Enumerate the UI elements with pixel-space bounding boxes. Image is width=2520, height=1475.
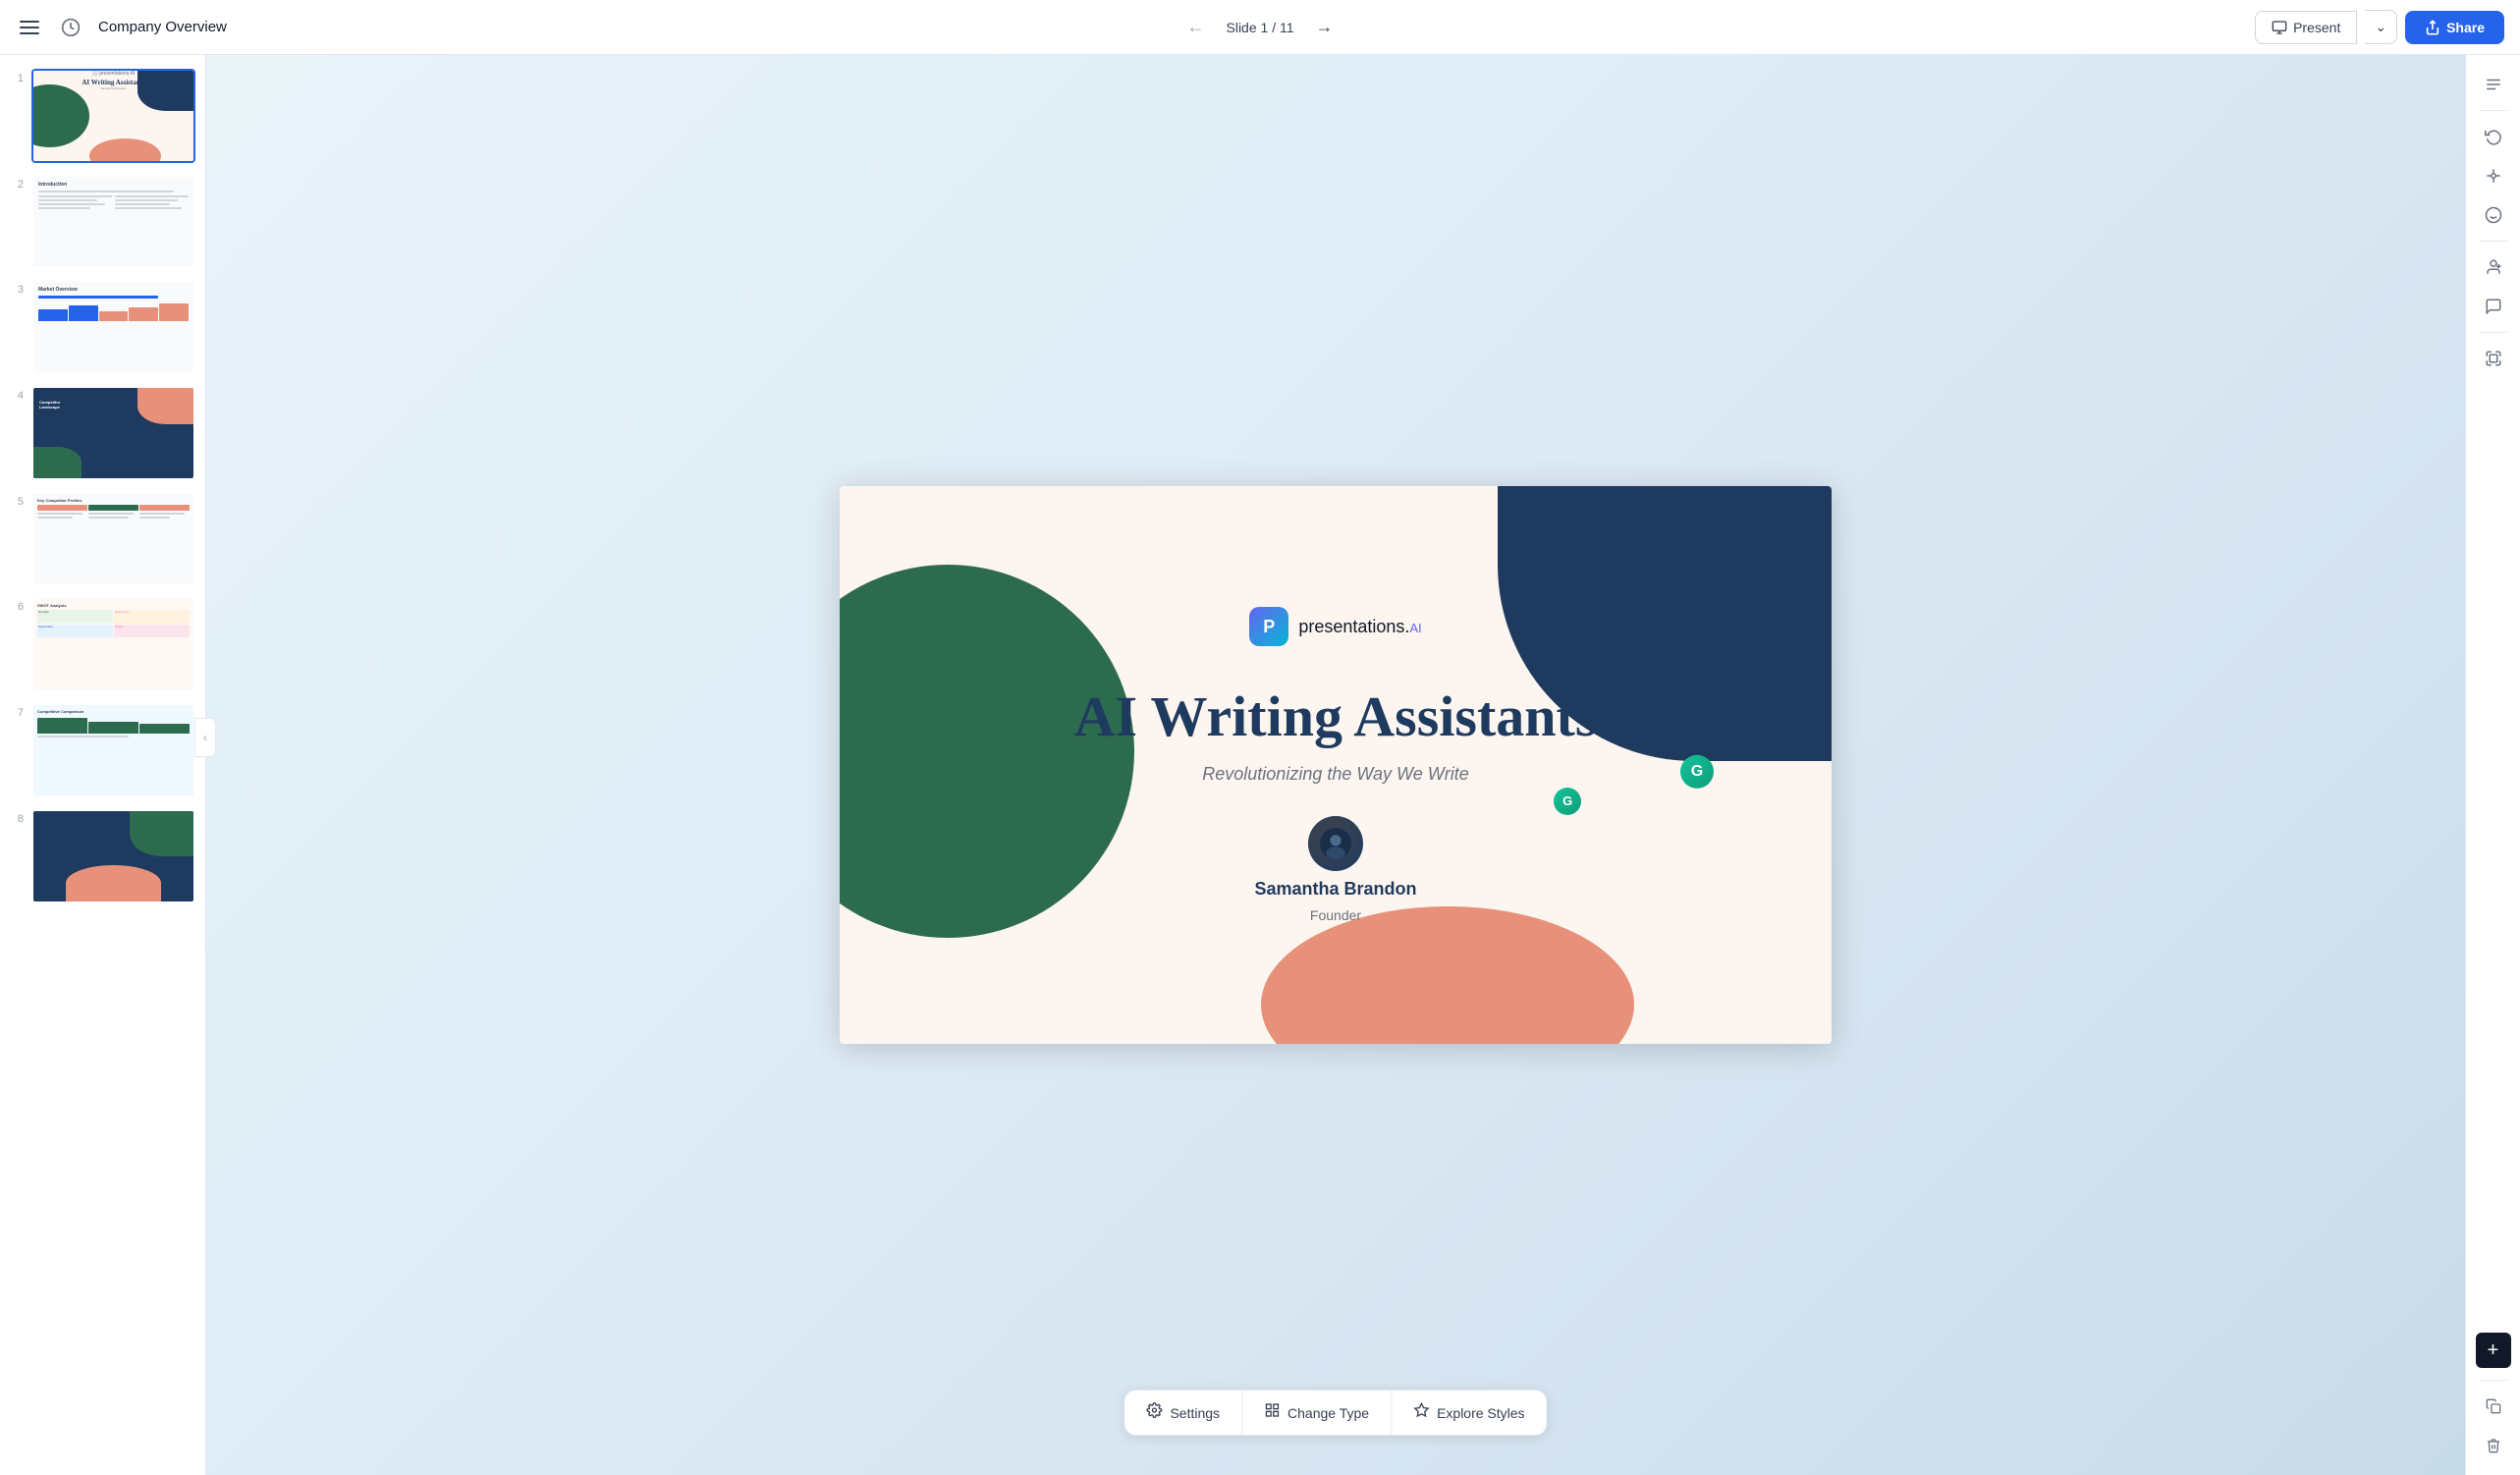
explore-styles-label: Explore Styles <box>1437 1405 1524 1421</box>
slide-preview-4: Competitor Landscape <box>31 386 195 480</box>
filter-button[interactable] <box>2476 158 2511 193</box>
right-panel: + <box>2465 55 2520 1475</box>
delete-slide-button[interactable] <box>2476 1428 2511 1463</box>
topbar: Company Overview ← Slide 1 / 11 → Presen… <box>0 0 2520 55</box>
slide-thumb-4[interactable]: 4 Competitor Landscape <box>8 384 197 482</box>
panel-divider-4 <box>2480 1380 2507 1381</box>
slide-num-1: 1 <box>10 73 24 84</box>
settings-button[interactable]: Settings <box>1124 1391 1242 1435</box>
notes-button[interactable] <box>2476 67 2511 102</box>
slide-preview-5: Key Competitor Profiles <box>31 492 195 586</box>
share-label: Share <box>2446 20 2485 35</box>
prev-slide-button[interactable]: ← <box>1180 11 1210 43</box>
history-panel-button[interactable] <box>2476 119 2511 154</box>
bottom-toolbar: Settings Change Type <box>1123 1390 1547 1436</box>
slide-panel: 1 ⬜ presentations.AI AI Writing Assistan… <box>0 55 206 1475</box>
logo-icon: P <box>1249 607 1288 646</box>
present-dropdown-button[interactable]: ⌄ <box>2365 10 2397 44</box>
slide-num-3: 3 <box>10 284 24 296</box>
sidebar-collapse-button[interactable]: ‹ <box>194 718 216 757</box>
canvas-area: G G P presentations.AI AI Writing Assist… <box>206 55 2465 1475</box>
panel-divider-3 <box>2480 332 2507 333</box>
next-slide-button[interactable]: → <box>1310 11 1340 43</box>
slide-thumb-6[interactable]: 6 SWOT Analysis Strengths Weaknesses Opp… <box>8 595 197 693</box>
slide-preview-8 <box>31 809 195 903</box>
logo-area: P presentations.AI <box>1249 607 1421 646</box>
add-collaborator-button[interactable] <box>2476 249 2511 285</box>
slide-indicator: Slide 1 / 11 <box>1226 20 1293 35</box>
slide-thumb-8[interactable]: 8 <box>8 807 197 905</box>
topbar-center: ← Slide 1 / 11 → <box>1180 11 1339 43</box>
slide-thumb-1[interactable]: 1 ⬜ presentations.AI AI Writing Assistan… <box>8 67 197 165</box>
present-button[interactable]: Present <box>2255 11 2357 44</box>
copy-slide-button[interactable] <box>2476 1389 2511 1424</box>
main-slide: G G P presentations.AI AI Writing Assist… <box>840 486 1832 1044</box>
slide-preview-1: ⬜ presentations.AI AI Writing Assistants… <box>31 69 195 163</box>
author-area: Samantha Brandon Founder <box>1254 816 1416 923</box>
slide-num-7: 7 <box>10 707 24 719</box>
slide-thumb-2[interactable]: 2 Introduction <box>8 173 197 271</box>
share-button[interactable]: Share <box>2405 11 2504 44</box>
settings-icon <box>1146 1402 1162 1423</box>
slide-subtitle: Revolutionizing the Way We Write <box>1202 764 1468 785</box>
settings-label: Settings <box>1170 1405 1220 1421</box>
topbar-left: Company Overview <box>16 12 2239 43</box>
slide-preview-2: Introduction <box>31 175 195 269</box>
slide-num-6: 6 <box>10 601 24 613</box>
author-avatar <box>1308 816 1363 871</box>
explore-styles-button[interactable]: Explore Styles <box>1392 1391 1546 1435</box>
change-type-label: Change Type <box>1287 1405 1369 1421</box>
slide-num-5: 5 <box>10 496 24 508</box>
change-type-icon <box>1264 1402 1280 1423</box>
slide-num-8: 8 <box>10 813 24 825</box>
slide-num-4: 4 <box>10 390 24 402</box>
slide-title: AI Writing Assistants <box>1074 685 1598 748</box>
logo-text: presentations.AI <box>1298 617 1421 637</box>
topbar-right: Present ⌄ Share <box>2255 10 2504 44</box>
main-layout: 1 ⬜ presentations.AI AI Writing Assistan… <box>0 55 2520 1475</box>
slide-preview-7: Competitive Comparison <box>31 703 195 797</box>
slide-num-2: 2 <box>10 179 24 191</box>
panel-divider-2 <box>2480 241 2507 242</box>
slide-preview-3: Market Overview <box>31 280 195 374</box>
comment-button[interactable] <box>2476 289 2511 324</box>
present-label: Present <box>2293 20 2340 35</box>
emoji-button[interactable] <box>2476 197 2511 233</box>
ai-panel-button[interactable] <box>2476 341 2511 376</box>
author-role: Founder <box>1310 907 1361 923</box>
avatar-photo <box>1308 816 1363 871</box>
add-element-button[interactable]: + <box>2476 1333 2511 1368</box>
author-name: Samantha Brandon <box>1254 879 1416 900</box>
slide-thumb-5[interactable]: 5 Key Competitor Profiles <box>8 490 197 588</box>
grammarly-icon-1: G <box>1680 755 1714 789</box>
history-button[interactable] <box>55 12 86 43</box>
document-title: Company Overview <box>98 19 227 35</box>
slide-preview-6: SWOT Analysis Strengths Weaknesses Oppor… <box>31 597 195 691</box>
panel-divider-1 <box>2480 110 2507 111</box>
explore-styles-icon <box>1413 1402 1429 1423</box>
slide-thumb-7[interactable]: 7 Competitive Comparison <box>8 701 197 799</box>
grammarly-icon-2: G <box>1554 788 1581 815</box>
slide-thumb-3[interactable]: 3 Market Overview <box>8 278 197 376</box>
change-type-button[interactable]: Change Type <box>1242 1391 1392 1435</box>
menu-button[interactable] <box>16 17 43 38</box>
